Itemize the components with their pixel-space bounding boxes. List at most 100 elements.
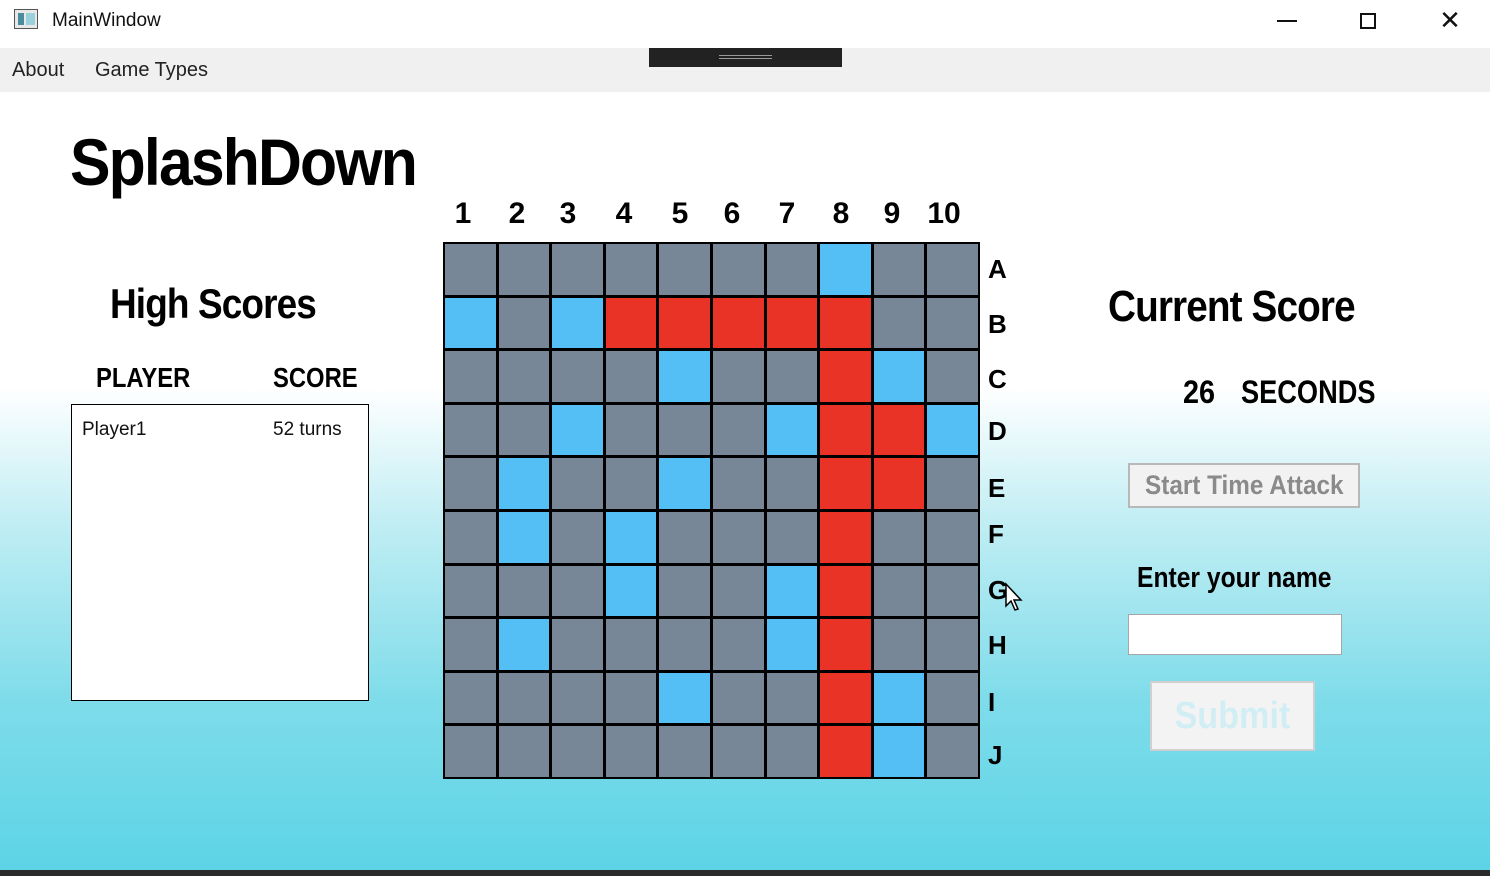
board-cell-c7[interactable] — [766, 351, 818, 402]
board-cell-b10[interactable] — [927, 297, 978, 349]
board-cell-f7[interactable] — [766, 511, 818, 563]
board-cell-d6[interactable] — [712, 404, 764, 456]
board-cell-i7[interactable] — [766, 672, 818, 724]
board-cell-f8[interactable] — [820, 511, 871, 563]
board-cell-h10[interactable] — [927, 619, 978, 670]
board-cell-f1[interactable] — [445, 511, 496, 563]
board-cell-b1[interactable] — [445, 297, 496, 349]
board-cell-h7[interactable] — [766, 619, 818, 670]
board-cell-c6[interactable] — [712, 351, 764, 402]
board-cell-h1[interactable] — [445, 619, 496, 670]
board-cell-i10[interactable] — [927, 672, 978, 724]
board-cell-i3[interactable] — [552, 672, 603, 724]
board-cell-f2[interactable] — [498, 511, 550, 563]
board-cell-f6[interactable] — [712, 511, 764, 563]
board-cell-i6[interactable] — [712, 672, 764, 724]
board-cell-g6[interactable] — [712, 565, 764, 617]
board-cell-e9[interactable] — [873, 458, 925, 509]
board-cell-c9[interactable] — [873, 351, 925, 402]
board-cell-e7[interactable] — [766, 458, 818, 509]
board-cell-h2[interactable] — [498, 619, 550, 670]
board-cell-g7[interactable] — [766, 565, 818, 617]
board-cell-a2[interactable] — [498, 244, 550, 295]
board-cell-j10[interactable] — [927, 726, 978, 777]
board-cell-e4[interactable] — [605, 458, 657, 509]
board-cell-j3[interactable] — [552, 726, 603, 777]
high-score-row[interactable]: Player1 52 turns — [82, 419, 352, 443]
board-cell-g2[interactable] — [498, 565, 550, 617]
board-cell-g10[interactable] — [927, 565, 978, 617]
board-cell-h5[interactable] — [659, 619, 710, 670]
board-cell-b9[interactable] — [873, 297, 925, 349]
board-cell-h3[interactable] — [552, 619, 603, 670]
board-cell-d3[interactable] — [552, 404, 603, 456]
board-cell-f9[interactable] — [873, 511, 925, 563]
board-cell-a7[interactable] — [766, 244, 818, 295]
board-cell-c3[interactable] — [552, 351, 603, 402]
high-scores-list[interactable]: Player1 52 turns — [71, 404, 369, 701]
start-time-attack-button[interactable]: Start Time Attack — [1128, 463, 1360, 508]
board-cell-e5[interactable] — [659, 458, 710, 509]
board-cell-j8[interactable] — [820, 726, 871, 777]
board-cell-b7[interactable] — [766, 297, 818, 349]
board-cell-h9[interactable] — [873, 619, 925, 670]
board-cell-e6[interactable] — [712, 458, 764, 509]
board-cell-b6[interactable] — [712, 297, 764, 349]
board-cell-a4[interactable] — [605, 244, 657, 295]
close-button[interactable]: ✕ — [1410, 0, 1490, 42]
board-cell-c8[interactable] — [820, 351, 871, 402]
player-name-input[interactable] — [1128, 614, 1342, 655]
board-cell-d5[interactable] — [659, 404, 710, 456]
board-cell-g1[interactable] — [445, 565, 496, 617]
board-cell-i9[interactable] — [873, 672, 925, 724]
menu-game-types[interactable]: Game Types — [95, 59, 208, 82]
board-cell-a5[interactable] — [659, 244, 710, 295]
toolbar-drag-handle[interactable] — [649, 48, 842, 67]
minimize-button[interactable] — [1247, 0, 1327, 42]
board-cell-i4[interactable] — [605, 672, 657, 724]
board-cell-f5[interactable] — [659, 511, 710, 563]
board-cell-g5[interactable] — [659, 565, 710, 617]
board-cell-e3[interactable] — [552, 458, 603, 509]
board-cell-b2[interactable] — [498, 297, 550, 349]
board-cell-a3[interactable] — [552, 244, 603, 295]
board-cell-a8[interactable] — [820, 244, 871, 295]
board-cell-c5[interactable] — [659, 351, 710, 402]
board-cell-e1[interactable] — [445, 458, 496, 509]
board-cell-g3[interactable] — [552, 565, 603, 617]
board-cell-g9[interactable] — [873, 565, 925, 617]
board-cell-d8[interactable] — [820, 404, 871, 456]
board-cell-i8[interactable] — [820, 672, 871, 724]
board-cell-e10[interactable] — [927, 458, 978, 509]
board-cell-f10[interactable] — [927, 511, 978, 563]
board-cell-d10[interactable] — [927, 404, 978, 456]
board-cell-d1[interactable] — [445, 404, 496, 456]
board-cell-e8[interactable] — [820, 458, 871, 509]
board-cell-d2[interactable] — [498, 404, 550, 456]
board-cell-d9[interactable] — [873, 404, 925, 456]
board-cell-g8[interactable] — [820, 565, 871, 617]
board-cell-b5[interactable] — [659, 297, 710, 349]
board-cell-g4[interactable] — [605, 565, 657, 617]
board-cell-i5[interactable] — [659, 672, 710, 724]
maximize-button[interactable] — [1328, 0, 1408, 42]
board-cell-h4[interactable] — [605, 619, 657, 670]
board-cell-d4[interactable] — [605, 404, 657, 456]
submit-button[interactable]: Submit — [1150, 681, 1315, 751]
board-cell-j2[interactable] — [498, 726, 550, 777]
board-cell-j1[interactable] — [445, 726, 496, 777]
board-cell-c4[interactable] — [605, 351, 657, 402]
board-cell-j5[interactable] — [659, 726, 710, 777]
board-cell-a1[interactable] — [445, 244, 496, 295]
board-cell-f4[interactable] — [605, 511, 657, 563]
board-cell-c1[interactable] — [445, 351, 496, 402]
board-cell-b8[interactable] — [820, 297, 871, 349]
board-cell-j7[interactable] — [766, 726, 818, 777]
menu-about[interactable]: About — [12, 59, 64, 82]
board-cell-j9[interactable] — [873, 726, 925, 777]
board-cell-f3[interactable] — [552, 511, 603, 563]
board-cell-b3[interactable] — [552, 297, 603, 349]
board-cell-c2[interactable] — [498, 351, 550, 402]
board-cell-j6[interactable] — [712, 726, 764, 777]
board-cell-a10[interactable] — [927, 244, 978, 295]
